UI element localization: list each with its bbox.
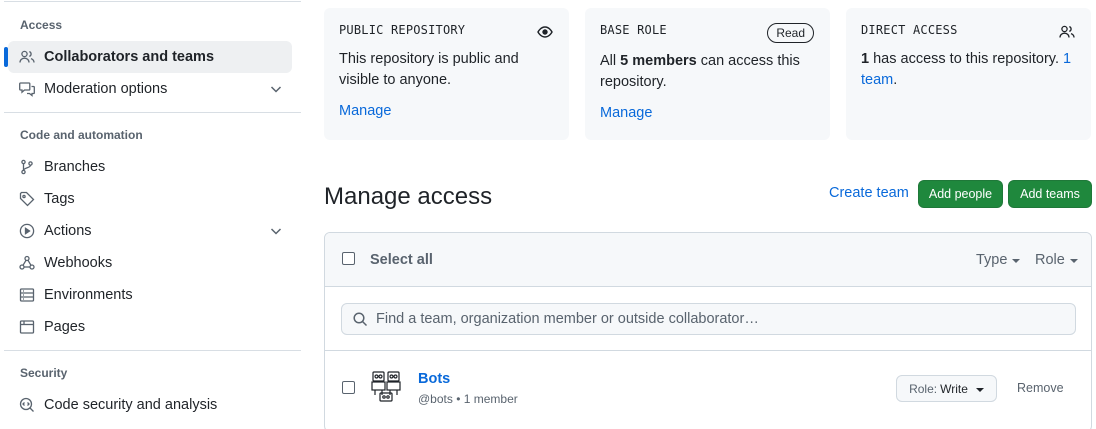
page-title: Manage access bbox=[324, 183, 493, 210]
direct-access-card: DIRECT ACCESS 1 has access to this repos… bbox=[846, 8, 1091, 140]
search-row bbox=[325, 287, 1091, 351]
card-text-period: . bbox=[893, 72, 898, 88]
sidebar-item-label: Actions bbox=[44, 223, 92, 239]
type-filter-label: Type bbox=[976, 252, 1008, 268]
sidebar-item-pages[interactable]: Pages bbox=[8, 311, 292, 343]
chevron-down-icon[interactable] bbox=[268, 223, 284, 239]
card-text: 1 has access to this repository. 1 team. bbox=[861, 49, 1076, 91]
caret-down-icon bbox=[1069, 259, 1078, 263]
card-text: All 5 members can access this repository… bbox=[600, 51, 805, 93]
sidebar-item-label: Code security and analysis bbox=[44, 397, 218, 413]
caret-down-icon bbox=[975, 387, 984, 392]
search-icon bbox=[353, 312, 368, 327]
card-title: DIRECT ACCESS bbox=[861, 23, 958, 37]
role-key: Role: bbox=[909, 381, 938, 396]
comment-discussion-icon bbox=[19, 81, 35, 97]
team-meta: @bots • 1 member bbox=[418, 392, 518, 406]
sidebar-heading-access: Access bbox=[20, 18, 63, 32]
remove-button[interactable]: Remove bbox=[1017, 381, 1064, 395]
sidebar-item-collaborators-and-teams[interactable]: Collaborators and teams bbox=[4, 41, 292, 73]
card-text-prefix: All bbox=[600, 53, 617, 69]
role-filter-dropdown[interactable]: Role bbox=[1035, 252, 1078, 268]
add-teams-button[interactable]: Add teams bbox=[1008, 180, 1092, 208]
server-icon bbox=[19, 287, 35, 303]
table-row: Bots @bots • 1 member Role: Write Remove bbox=[325, 351, 1091, 429]
settings-sidebar: Access Collaborators and teams Moderatio… bbox=[0, 0, 305, 429]
chevron-down-icon[interactable] bbox=[268, 81, 284, 97]
sidebar-item-branches[interactable]: Branches bbox=[8, 151, 292, 183]
public-repository-card: PUBLIC REPOSITORY This repository is pub… bbox=[324, 8, 569, 140]
caret-down-icon bbox=[1012, 259, 1021, 263]
sidebar-item-label: Tags bbox=[44, 191, 75, 207]
sidebar-heading-security: Security bbox=[20, 366, 68, 380]
team-name-link[interactable]: Bots bbox=[418, 371, 450, 387]
access-list-header: Select all Type Role bbox=[325, 233, 1091, 287]
sidebar-item-webhooks[interactable]: Webhooks bbox=[8, 247, 292, 279]
member-count: 5 members bbox=[620, 53, 697, 69]
role-filter-label: Role bbox=[1035, 252, 1065, 268]
sidebar-item-label: Branches bbox=[44, 159, 106, 175]
browser-icon bbox=[19, 319, 35, 335]
sidebar-divider bbox=[4, 1, 301, 2]
sidebar-divider bbox=[4, 350, 301, 351]
people-icon bbox=[19, 49, 35, 65]
base-role-card: BASE ROLE Read All 5 members can access … bbox=[585, 8, 830, 140]
role-badge: Read bbox=[767, 23, 814, 43]
codescan-icon bbox=[19, 397, 35, 413]
create-team-link[interactable]: Create team bbox=[829, 185, 909, 201]
card-text-body: has access to this repository. bbox=[873, 51, 1060, 67]
play-icon bbox=[19, 223, 35, 239]
row-checkbox[interactable] bbox=[342, 381, 355, 394]
sidebar-item-code-security[interactable]: Code security and analysis bbox=[8, 389, 292, 421]
tag-icon bbox=[19, 191, 35, 207]
manage-base-role-link[interactable]: Manage bbox=[600, 105, 652, 121]
sidebar-item-label: Collaborators and teams bbox=[44, 49, 215, 65]
sidebar-item-tags[interactable]: Tags bbox=[8, 183, 292, 215]
team-avatar bbox=[369, 369, 403, 403]
select-all-label: Select all bbox=[370, 252, 433, 268]
sidebar-divider bbox=[4, 112, 301, 113]
card-text: This repository is public and visible to… bbox=[339, 51, 519, 88]
role-value: Write bbox=[940, 381, 968, 396]
add-people-button[interactable]: Add people bbox=[918, 180, 1003, 208]
role-select-button[interactable]: Role: Write bbox=[896, 375, 997, 402]
card-title: PUBLIC REPOSITORY bbox=[339, 23, 466, 37]
people-icon bbox=[1059, 25, 1075, 38]
sidebar-item-label: Webhooks bbox=[44, 255, 113, 271]
access-count: 1 bbox=[861, 51, 870, 67]
sidebar-item-moderation-options[interactable]: Moderation options bbox=[8, 73, 292, 105]
sidebar-item-label: Environments bbox=[44, 287, 133, 303]
sidebar-item-label: Moderation options bbox=[44, 81, 168, 97]
search-input[interactable] bbox=[376, 311, 1066, 327]
eye-icon bbox=[537, 26, 553, 38]
select-all-checkbox[interactable] bbox=[342, 252, 355, 265]
access-list: Select all Type Role Bots @bots • 1 memb… bbox=[324, 232, 1092, 429]
sidebar-item-actions[interactable]: Actions bbox=[8, 215, 292, 247]
sidebar-item-label: Pages bbox=[44, 319, 86, 335]
webhook-icon bbox=[19, 255, 35, 271]
type-filter-dropdown[interactable]: Type bbox=[976, 252, 1021, 268]
manage-visibility-link[interactable]: Manage bbox=[339, 103, 391, 119]
sidebar-heading-code-and-automation: Code and automation bbox=[20, 128, 143, 142]
git-branch-icon bbox=[19, 159, 35, 175]
sidebar-item-environments[interactable]: Environments bbox=[8, 279, 292, 311]
search-box bbox=[341, 303, 1076, 335]
